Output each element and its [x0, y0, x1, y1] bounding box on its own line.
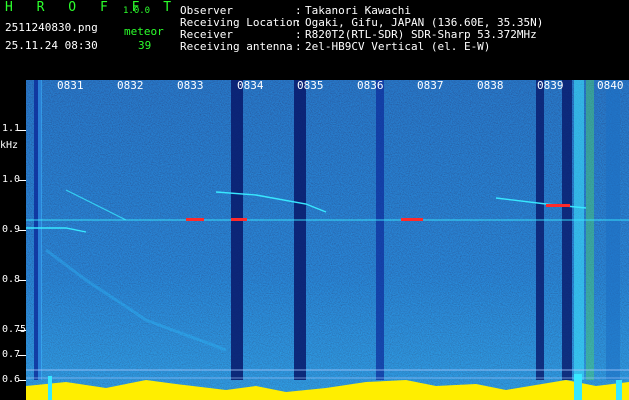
x-tick-label: 0832 — [117, 79, 144, 92]
bright-column — [586, 80, 594, 380]
x-tick-label: 0838 — [477, 79, 504, 92]
y-tick — [18, 280, 26, 281]
dark-band — [294, 80, 306, 380]
header-panel: H R O F F T 1.0.0 2511240830.png 25.11.2… — [0, 0, 629, 70]
x-tick-label: 0837 — [417, 79, 444, 92]
x-tick-label: 0840 — [597, 79, 624, 92]
bright-column — [38, 80, 42, 380]
meteor-marker — [231, 218, 247, 221]
bright-column — [574, 80, 584, 380]
dark-band — [536, 80, 544, 380]
signal-level-spike — [574, 374, 582, 400]
meteor-count: 39 — [138, 39, 152, 52]
y-tick-label: 1.1 — [2, 123, 21, 134]
bright-column — [606, 80, 620, 380]
y-axis: kHz 1.1 1.0 0.9 0.8 0.75 0.7 0.6 — [0, 70, 26, 400]
dark-band — [231, 80, 243, 380]
meteor-label: meteor — [124, 25, 164, 38]
signal-level-spike — [48, 376, 52, 400]
y-tick — [18, 355, 26, 356]
x-tick-label: 0831 — [57, 79, 84, 92]
app-version: 1.0.0 — [123, 6, 151, 16]
info-value-antenna: 2el-HB9CV Vertical (el. E-W) — [305, 40, 491, 53]
y-axis-unit: kHz — [0, 140, 19, 151]
meteor-marker — [186, 218, 204, 221]
y-tick — [18, 180, 26, 181]
meteor-marker — [546, 204, 570, 207]
datetime: 25.11.24 08:30 — [5, 39, 98, 52]
dark-band — [562, 80, 572, 380]
y-tick — [18, 130, 26, 131]
y-tick — [18, 230, 26, 231]
spectrogram-svg — [26, 80, 629, 400]
y-tick — [18, 380, 26, 381]
info-sep: : — [295, 40, 302, 53]
x-tick-label: 0833 — [177, 79, 204, 92]
x-tick-label: 0839 — [537, 79, 564, 92]
meteor-marker — [401, 218, 423, 221]
filename: 2511240830.png — [5, 21, 98, 34]
signal-level-spike — [616, 380, 622, 400]
y-tick — [18, 330, 26, 331]
dark-band — [376, 80, 384, 380]
app-title: H R O F F T — [5, 0, 180, 15]
x-tick-label: 0836 — [357, 79, 384, 92]
x-tick-label: 0835 — [297, 79, 324, 92]
x-tick-label: 0834 — [237, 79, 264, 92]
spectrogram-plot[interactable] — [26, 80, 629, 400]
info-key-antenna: Receiving antenna — [180, 40, 293, 53]
